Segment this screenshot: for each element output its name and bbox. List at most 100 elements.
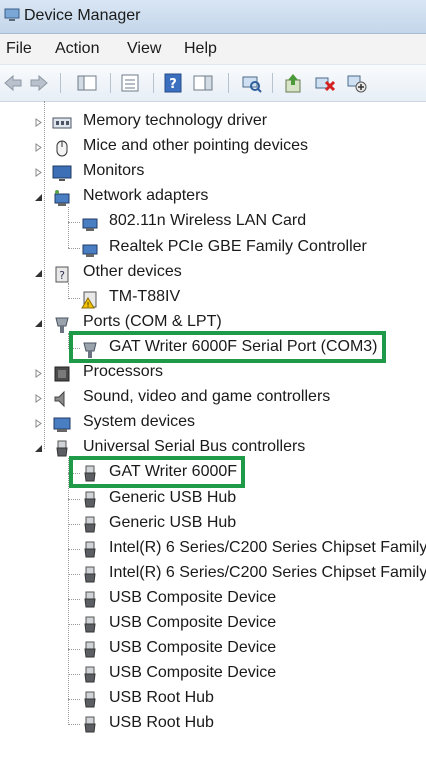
tree-category[interactable]: ? Other devices bbox=[0, 261, 426, 286]
tree-item-label: Memory technology driver bbox=[83, 112, 268, 129]
tree-category[interactable]: System devices bbox=[0, 411, 426, 436]
other-devices-icon: ? bbox=[55, 266, 69, 283]
tree-item-label: USB Composite Device bbox=[109, 664, 277, 682]
tree-category[interactable]: Mice and other pointing devices bbox=[0, 135, 426, 160]
tree-item-label: Sound, video and game controllers bbox=[83, 388, 331, 406]
tree-item-label: USB Composite Device bbox=[109, 614, 277, 631]
tree-item-label: Universal Serial Bus controllers bbox=[83, 438, 306, 456]
tree-item-label: Realtek PCIe GBE Family Controller bbox=[109, 237, 367, 255]
collapsed-triangle-icon[interactable] bbox=[34, 394, 43, 404]
toolbar-separator bbox=[228, 73, 229, 93]
window-title: Device Manager bbox=[24, 7, 141, 24]
monitor-icon bbox=[52, 165, 72, 182]
tree-connector bbox=[68, 699, 80, 701]
tree-connector bbox=[68, 332, 69, 349]
tree-device[interactable]: Intel(R) 6 Series/C200 Series Chipset Fa… bbox=[0, 537, 426, 562]
tree-item-label: Ports (COM & LPT) bbox=[83, 312, 222, 330]
tree-device[interactable]: USB Root Hub bbox=[0, 687, 426, 712]
toolbar: ? bbox=[0, 64, 426, 102]
svg-text:?: ? bbox=[59, 269, 65, 282]
tree-category[interactable]: Network adapters bbox=[0, 185, 426, 210]
disable-device-icon[interactable] bbox=[346, 72, 368, 94]
tree-connector bbox=[68, 523, 80, 525]
tree-device[interactable]: Intel(R) 6 Series/C200 Series Chipset Fa… bbox=[0, 562, 426, 587]
tree-item-label: Processors bbox=[83, 363, 164, 380]
back-arrow-icon[interactable] bbox=[2, 72, 24, 94]
tree-item-label: TM-T88IV bbox=[109, 287, 181, 305]
tree-item-label: USB Root Hub bbox=[109, 714, 214, 732]
collapsed-triangle-icon[interactable] bbox=[34, 118, 43, 127]
menu-view[interactable]: View bbox=[127, 40, 161, 58]
tree-category[interactable]: Processors bbox=[0, 361, 426, 386]
tree-connector bbox=[68, 207, 69, 249]
usb-icon bbox=[84, 491, 96, 507]
tree-item-label: Mice and other pointing devices bbox=[83, 137, 309, 155]
menu-file[interactable]: File bbox=[6, 40, 32, 58]
speaker-icon bbox=[54, 390, 65, 408]
tree-connector bbox=[68, 247, 80, 249]
system-icon bbox=[53, 417, 71, 433]
warning-device-icon: ! bbox=[81, 291, 97, 309]
tree-connector bbox=[68, 573, 80, 575]
properties-icon[interactable] bbox=[119, 72, 141, 94]
update-driver-icon[interactable] bbox=[282, 72, 304, 94]
tree-item-label: Generic USB Hub bbox=[109, 488, 237, 506]
help-icon[interactable]: ? bbox=[162, 72, 184, 94]
tree-connector bbox=[68, 624, 80, 625]
tree-item-label: Generic USB Hub bbox=[109, 513, 237, 531]
forward-arrow-icon[interactable] bbox=[28, 72, 50, 94]
tree-item-label: Other devices bbox=[83, 262, 182, 280]
tree-category[interactable]: Sound, video and game controllers bbox=[0, 386, 426, 411]
tree-item-label: Intel(R) 6 Series/C200 Series Chipset Fa… bbox=[109, 563, 426, 581]
tree-device[interactable]: USB Composite Device bbox=[0, 662, 426, 687]
tree-category[interactable]: Monitors bbox=[0, 160, 426, 185]
tree-device[interactable]: USB Composite Device bbox=[0, 612, 426, 637]
tree-device[interactable]: Generic USB Hub bbox=[0, 512, 426, 537]
tree-item-label: Network adapters bbox=[83, 187, 209, 205]
show-hide-console-tree-icon[interactable] bbox=[76, 72, 98, 94]
highlight-box bbox=[69, 330, 386, 363]
tree-connector bbox=[68, 498, 80, 500]
tree-category[interactable]: Memory technology driver bbox=[0, 110, 426, 135]
memory-icon bbox=[52, 117, 72, 129]
tree-device[interactable]: Generic USB Hub bbox=[0, 487, 426, 512]
toolbar-separator bbox=[272, 73, 273, 93]
scan-hardware-changes-icon[interactable] bbox=[240, 72, 262, 94]
collapsed-triangle-icon[interactable] bbox=[34, 369, 43, 378]
expanded-triangle-icon[interactable] bbox=[34, 319, 43, 328]
tree-item-label: Monitors bbox=[83, 162, 145, 180]
menu-help[interactable]: Help bbox=[184, 40, 217, 58]
usb-icon bbox=[84, 666, 96, 683]
svg-text:?: ? bbox=[169, 77, 177, 92]
tree-connector bbox=[68, 458, 69, 726]
device-tree: Memory technology driver Mice and other p… bbox=[0, 101, 426, 760]
tree-connector bbox=[68, 297, 80, 299]
tree-item-label: USB Composite Device bbox=[109, 588, 277, 606]
tree-connector bbox=[68, 282, 69, 299]
collapsed-triangle-icon[interactable] bbox=[34, 168, 43, 178]
collapsed-triangle-icon[interactable] bbox=[34, 419, 43, 429]
tree-item-label: USB Composite Device bbox=[109, 639, 277, 657]
tree-device[interactable]: 802.11n Wireless LAN Card bbox=[0, 210, 426, 235]
tree-device[interactable]: ! TM-T88IV bbox=[0, 286, 426, 311]
tree-device[interactable]: USB Root Hub bbox=[0, 712, 426, 737]
usb-icon bbox=[84, 566, 96, 583]
svg-text:!: ! bbox=[87, 301, 90, 309]
action-pane-icon[interactable] bbox=[192, 72, 214, 94]
tree-device[interactable]: USB Composite Device bbox=[0, 587, 426, 612]
collapsed-triangle-icon[interactable] bbox=[34, 143, 43, 153]
uninstall-device-icon[interactable] bbox=[314, 72, 336, 94]
tree-item-label: System devices bbox=[83, 413, 196, 431]
usb-icon bbox=[84, 541, 96, 558]
network-adapter-icon bbox=[82, 244, 98, 257]
expanded-triangle-icon[interactable] bbox=[34, 193, 43, 202]
expanded-triangle-icon[interactable] bbox=[34, 269, 43, 278]
toolbar-separator bbox=[110, 73, 111, 93]
tree-device[interactable]: USB Composite Device bbox=[0, 637, 426, 662]
tree-connector bbox=[68, 598, 80, 600]
tree-device[interactable]: Realtek PCIe GBE Family Controller bbox=[0, 236, 426, 261]
expanded-triangle-icon[interactable] bbox=[34, 444, 43, 453]
network-adapter-icon bbox=[82, 218, 98, 232]
tree-connector bbox=[68, 674, 80, 676]
menu-action[interactable]: Action bbox=[55, 40, 99, 58]
